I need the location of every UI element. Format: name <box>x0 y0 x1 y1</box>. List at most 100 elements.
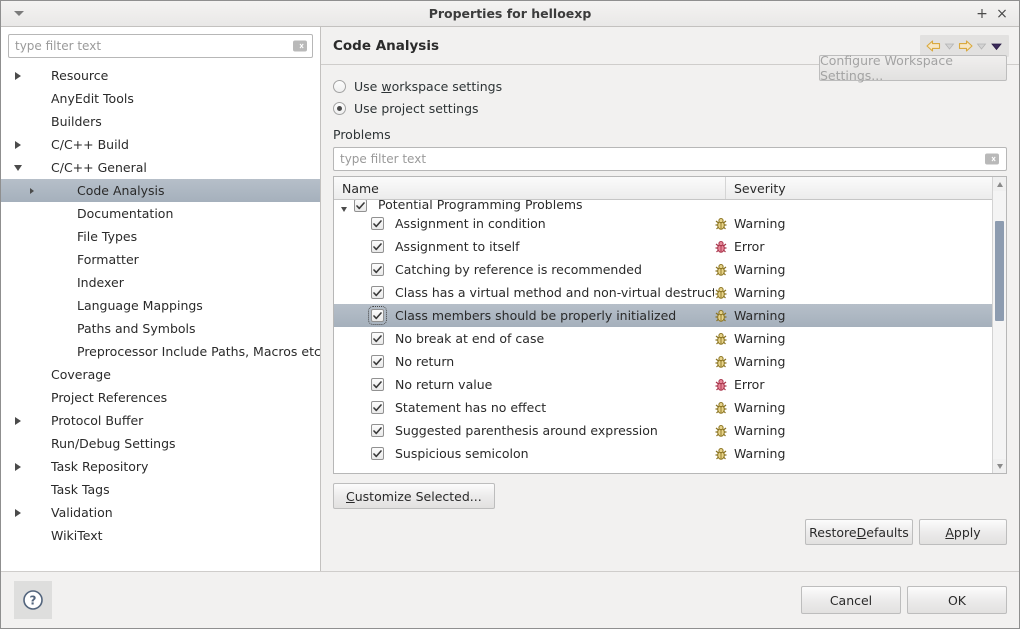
sidebar-item-run-debug-settings[interactable]: Run/Debug Settings <box>1 432 320 455</box>
tree-expander-collapsed-icon[interactable] <box>23 179 41 202</box>
warning-bug-icon <box>715 263 727 276</box>
sidebar-item-file-types[interactable]: File Types <box>1 225 320 248</box>
problem-enabled-checkbox[interactable] <box>371 263 384 276</box>
back-arrow-icon[interactable] <box>926 39 941 53</box>
tree-expander-spacer <box>23 340 41 363</box>
radio-use-project-settings[interactable]: Use project settings <box>333 97 1007 119</box>
restore-defaults-button[interactable]: Restore Defaults <box>805 519 913 545</box>
table-row[interactable]: Suspicious semicolon Warning <box>334 442 1006 465</box>
customize-selected-button[interactable]: Customize Selected... <box>333 483 495 509</box>
table-row[interactable]: Statement has no effect Warning <box>334 396 1006 419</box>
sidebar-item-label: Documentation <box>77 206 174 221</box>
sidebar-filter-box[interactable] <box>8 34 313 58</box>
table-vertical-scrollbar[interactable] <box>992 177 1006 473</box>
clear-field-icon[interactable] <box>293 40 307 52</box>
sidebar-item-label: Formatter <box>77 252 139 267</box>
table-row[interactable]: Catching by reference is recommended Warn… <box>334 258 1006 281</box>
settings-tree[interactable]: Resource AnyEdit Tools Builders C/C++ Build… <box>1 62 320 571</box>
problem-severity-label: Warning <box>734 308 786 323</box>
table-row[interactable]: Assignment to itself Error <box>334 235 1006 258</box>
maximize-button[interactable]: + <box>973 5 991 23</box>
table-body[interactable]: Potential Programming Problems Assignment… <box>334 200 1006 473</box>
sidebar-item-preprocessor-include-paths-macros-etc[interactable]: Preprocessor Include Paths, Macros etc. <box>1 340 320 363</box>
problems-clear-field-icon[interactable] <box>985 153 999 165</box>
table-row[interactable]: Suggested parenthesis around expression W… <box>334 419 1006 442</box>
forward-history-chevron-down-icon[interactable] <box>976 40 987 52</box>
forward-arrow-icon[interactable] <box>958 39 973 53</box>
problems-filter-input[interactable] <box>334 148 1006 170</box>
sidebar-item-formatter[interactable]: Formatter <box>1 248 320 271</box>
close-button[interactable]: × <box>993 5 1011 23</box>
table-row[interactable]: Assignment in condition Warning <box>334 212 1006 235</box>
sidebar-item-task-repository[interactable]: Task Repository <box>1 455 320 478</box>
tree-expander-spacer <box>23 271 41 294</box>
table-row[interactable]: Class has a virtual method and non-virtu… <box>334 281 1006 304</box>
scrollbar-thumb[interactable] <box>995 221 1004 321</box>
table-row[interactable]: No return Warning <box>334 350 1006 373</box>
apply-button[interactable]: Apply <box>919 519 1007 545</box>
table-row[interactable]: Class members should be properly initial… <box>334 304 1006 327</box>
sidebar-item-c-c-general[interactable]: C/C++ General <box>1 156 320 179</box>
sidebar-item-c-c-build[interactable]: C/C++ Build <box>1 133 320 156</box>
problem-severity: Warning <box>714 400 785 415</box>
tree-expander-collapsed-icon[interactable] <box>9 501 27 524</box>
sidebar-item-coverage[interactable]: Coverage <box>1 363 320 386</box>
tree-expander-spacer <box>23 202 41 225</box>
radio-indicator-project[interactable] <box>333 101 346 115</box>
tree-expander-collapsed-icon[interactable] <box>9 409 27 432</box>
problem-enabled-checkbox[interactable] <box>371 401 384 414</box>
problem-severity-label: Warning <box>734 216 786 231</box>
sidebar-item-validation[interactable]: Validation <box>1 501 320 524</box>
tree-expander-spacer <box>23 225 41 248</box>
sidebar-item-code-analysis[interactable]: Code Analysis <box>1 179 320 202</box>
column-header-severity[interactable]: Severity <box>726 177 1006 199</box>
problem-severity-label: Warning <box>734 446 786 461</box>
tree-expander-collapsed-icon[interactable] <box>9 64 27 87</box>
table-row[interactable]: No break at end of case Warning <box>334 327 1006 350</box>
problems-filter-box[interactable] <box>333 147 1007 171</box>
radio-indicator-workspace[interactable] <box>333 79 346 93</box>
tree-expander-collapsed-icon[interactable] <box>9 455 27 478</box>
problem-enabled-checkbox[interactable] <box>371 217 384 230</box>
problem-severity: Warning <box>714 331 785 346</box>
table-row[interactable]: No return value Error <box>334 373 1006 396</box>
sidebar-item-language-mappings[interactable]: Language Mappings <box>1 294 320 317</box>
problem-enabled-checkbox[interactable] <box>371 424 384 437</box>
help-button[interactable]: ? <box>14 581 52 619</box>
scroll-up-arrow-icon[interactable] <box>993 177 1006 191</box>
sidebar-filter-input[interactable] <box>9 35 312 57</box>
tree-expander-expanded-icon[interactable] <box>334 207 354 212</box>
sidebar-item-documentation[interactable]: Documentation <box>1 202 320 225</box>
scroll-down-arrow-icon[interactable] <box>993 459 1006 473</box>
table-group-row[interactable]: Potential Programming Problems <box>334 200 1006 212</box>
problem-enabled-checkbox[interactable] <box>371 447 384 460</box>
problem-enabled-checkbox[interactable] <box>368 306 387 325</box>
cancel-button[interactable]: Cancel <box>801 586 901 614</box>
sidebar-item-anyedit-tools[interactable]: AnyEdit Tools <box>1 87 320 110</box>
sidebar-item-project-references[interactable]: Project References <box>1 386 320 409</box>
problem-enabled-checkbox[interactable] <box>371 355 384 368</box>
problem-enabled-checkbox[interactable] <box>371 378 384 391</box>
problem-enabled-checkbox[interactable] <box>371 240 384 253</box>
problem-name: Class members should be properly initial… <box>395 308 677 323</box>
problem-enabled-checkbox[interactable] <box>371 286 384 299</box>
view-menu-chevron-down-icon[interactable] <box>990 40 1003 52</box>
ok-button[interactable]: OK <box>907 586 1007 614</box>
tree-expander-collapsed-icon[interactable] <box>9 133 27 156</box>
sidebar-item-indexer[interactable]: Indexer <box>1 271 320 294</box>
sidebar-item-protocol-buffer[interactable]: Protocol Buffer <box>1 409 320 432</box>
sidebar-item-task-tags[interactable]: Task Tags <box>1 478 320 501</box>
problem-enabled-checkbox[interactable] <box>371 332 384 345</box>
window-controls: + × <box>973 5 1019 23</box>
column-header-name[interactable]: Name <box>334 177 726 199</box>
sidebar-item-wikitext[interactable]: WikiText <box>1 524 320 547</box>
sidebar-item-resource[interactable]: Resource <box>1 64 320 87</box>
tree-expander-expanded-icon[interactable] <box>9 156 27 179</box>
window-menu-button[interactable] <box>5 2 33 26</box>
sidebar-item-builders[interactable]: Builders <box>1 110 320 133</box>
back-history-chevron-down-icon[interactable] <box>944 40 955 52</box>
configure-workspace-settings-button[interactable]: Configure Workspace Settings... <box>819 53 1007 83</box>
scrollbar-track[interactable] <box>993 191 1006 459</box>
group-checkbox[interactable] <box>354 200 367 212</box>
sidebar-item-paths-and-symbols[interactable]: Paths and Symbols <box>1 317 320 340</box>
